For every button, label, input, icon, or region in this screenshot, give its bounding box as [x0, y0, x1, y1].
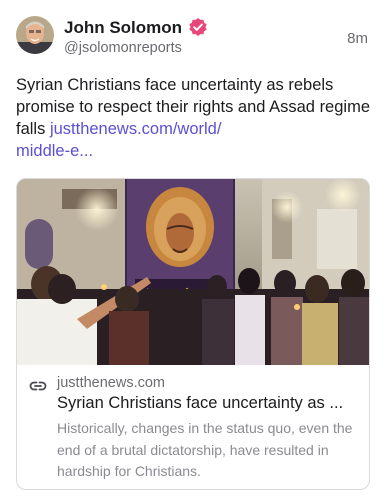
- avatar-photo: [16, 16, 54, 54]
- author-name[interactable]: John Solomon: [64, 17, 208, 38]
- verified-badge-icon: [189, 18, 207, 36]
- author-handle[interactable]: @jsolomonreports: [64, 40, 182, 56]
- link-preview-description: Historically, changes in the status quo,…: [57, 420, 353, 479]
- link-preview-title[interactable]: Syrian Christians face uncertainty as ..…: [57, 394, 363, 413]
- post-header: John Solomon @jsolomonreports 8m: [16, 16, 370, 60]
- post-body: Syrian Christians face uncertainty as re…: [16, 74, 372, 162]
- post-timestamp: 8m: [347, 30, 368, 47]
- link-preview-domain: justthenews.com: [57, 375, 165, 391]
- link-icon: [29, 381, 47, 391]
- link-preview-image[interactable]: [17, 179, 369, 365]
- link-preview-meta[interactable]: justthenews.com Syrian Christians face u…: [17, 365, 369, 489]
- author-name-text[interactable]: John Solomon: [64, 18, 182, 37]
- avatar[interactable]: [16, 16, 54, 54]
- link-preview-card[interactable]: justthenews.com Syrian Christians face u…: [16, 178, 370, 490]
- church-photo: [17, 179, 369, 365]
